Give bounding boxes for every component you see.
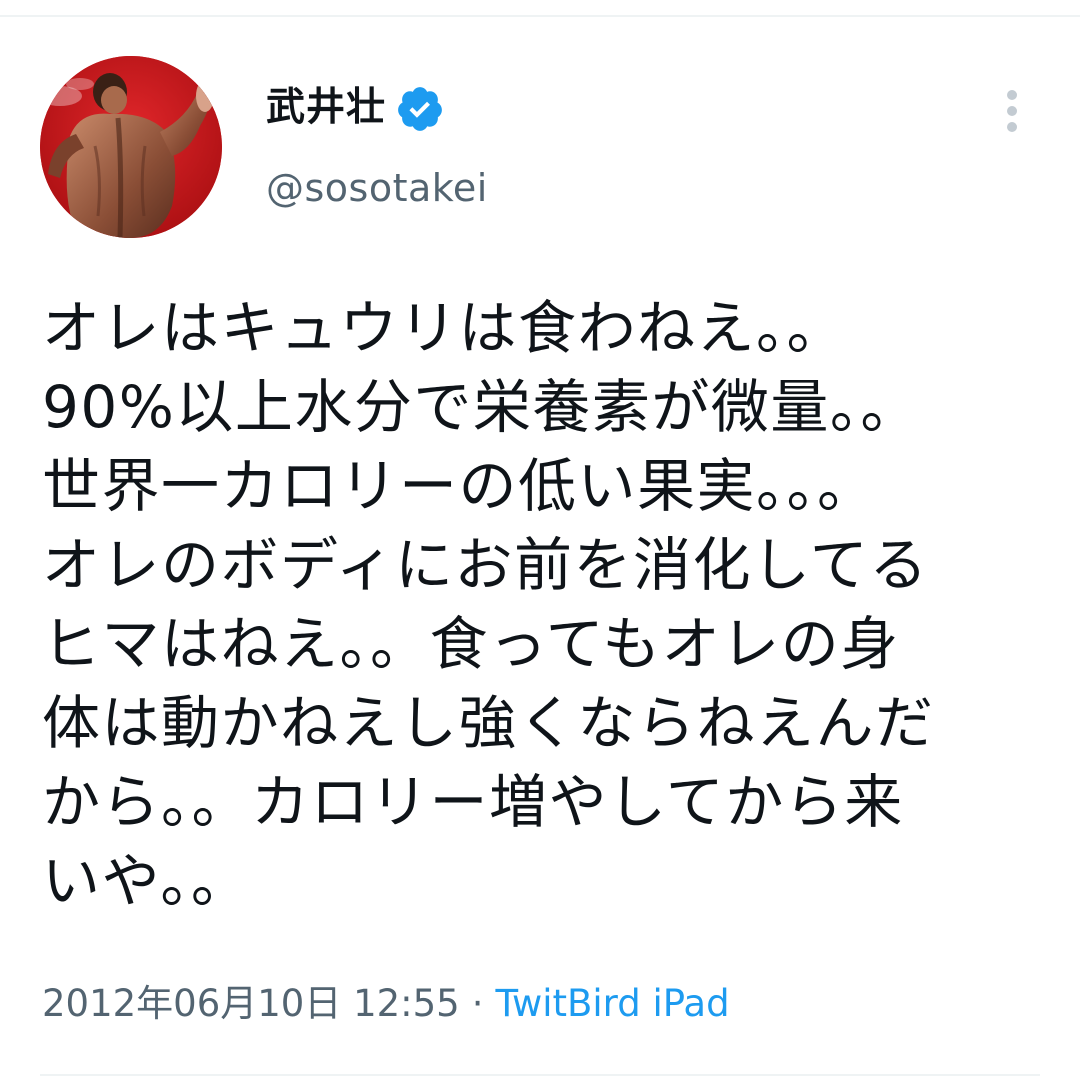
- tweet-line: 体は動かねえし強くならねえんだ: [42, 689, 935, 757]
- tweet-line: 世界一カロリーの低い果実。。。: [42, 452, 877, 520]
- tweet-source-link[interactable]: TwitBird iPad: [495, 982, 729, 1025]
- tweet-line: から。。カロリー増やしてから来: [42, 768, 904, 836]
- tweet-meta: 2012年06月10日 12:55 · TwitBird iPad: [42, 981, 730, 1027]
- display-name[interactable]: 武井壮: [266, 84, 386, 132]
- more-vertical-icon-dot: [1007, 106, 1017, 116]
- avatar-image: [40, 56, 222, 238]
- meta-separator: ·: [471, 982, 484, 1025]
- more-options-button[interactable]: [996, 84, 1030, 138]
- tweet-line: 90%以上水分で栄養素が微量。。: [42, 373, 920, 441]
- more-vertical-icon: [1007, 90, 1017, 100]
- bottom-divider: [40, 1074, 1040, 1076]
- avatar[interactable]: [40, 56, 222, 238]
- tweet-line: ヒマはねえ。。食ってもオレの身: [42, 610, 900, 678]
- verified-badge-icon: [395, 84, 445, 134]
- more-vertical-icon-dot: [1007, 122, 1017, 132]
- tweet-timestamp[interactable]: 2012年06月10日 12:55: [42, 982, 460, 1025]
- tweet-text: オレはキュウリは食わねえ。。 90%以上水分で栄養素が微量。。 世界一カロリーの…: [42, 289, 1042, 921]
- user-handle[interactable]: @sosotakei: [266, 164, 488, 212]
- tweet-line: オレのボディにお前を消化してる: [42, 531, 929, 599]
- top-divider: [0, 15, 1080, 17]
- tweet-line: いや。。: [42, 847, 251, 915]
- tweet-line: オレはキュウリは食わねえ。。: [42, 294, 847, 362]
